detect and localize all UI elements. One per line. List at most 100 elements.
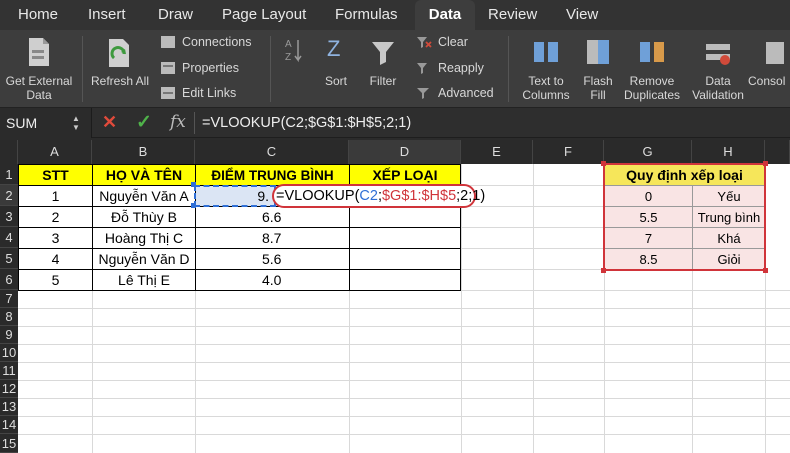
filter-button[interactable]: Filter [362, 36, 404, 88]
row-header-10[interactable]: 10 [0, 344, 18, 362]
row-header-15[interactable]: 15 [0, 434, 18, 453]
row-header-14[interactable]: 14 [0, 416, 18, 434]
select-all-corner[interactable] [0, 140, 18, 164]
properties-button[interactable]: Properties [160, 61, 239, 75]
header-rank[interactable]: XẾP LOẠI [350, 165, 460, 185]
tab-review[interactable]: Review [478, 0, 547, 30]
text-to-columns-icon [534, 42, 558, 62]
data-validation-button[interactable]: Data Validation [690, 36, 746, 102]
filter-icon [372, 42, 394, 65]
tab-data[interactable]: Data [415, 0, 475, 30]
data-validation-icon [706, 44, 730, 65]
flash-fill-button[interactable]: Flash Fill [578, 36, 618, 102]
gridline [18, 344, 790, 345]
tab-insert[interactable]: Insert [78, 0, 136, 30]
selection-handle[interactable] [601, 161, 606, 166]
ribbon-tab-bar: Home Insert Draw Page Layout Formulas Da… [0, 0, 790, 30]
sort-label: Sort [324, 74, 347, 88]
cell-stt[interactable]: 5 [19, 270, 92, 290]
gridline [18, 380, 790, 381]
worksheet-grid: A B C D E F G H 1 2 3 4 5 6 7 8 9 10 11 … [0, 140, 790, 453]
column-header-g[interactable]: G [604, 140, 692, 164]
consolidate-label: Consol [748, 74, 786, 88]
reapply-icon [417, 63, 427, 74]
connections-button[interactable]: Connections [160, 35, 252, 49]
svg-text:Z: Z [327, 36, 340, 61]
cell-score[interactable]: 6.6 [196, 207, 349, 227]
column-header-i[interactable] [765, 140, 790, 164]
tab-formulas[interactable]: Formulas [325, 0, 408, 30]
formula-input[interactable]: =VLOOKUP(C2;$G$1:$H$5;2;1) [202, 108, 411, 138]
refresh-all-button[interactable]: Refresh All [90, 36, 150, 88]
cell-stt[interactable]: 4 [19, 249, 92, 269]
header-name[interactable]: HỌ VÀ TÊN [93, 165, 195, 185]
column-header-e[interactable]: E [461, 140, 533, 164]
header-stt[interactable]: STT [19, 165, 92, 185]
edit-links-label: Edit Links [182, 86, 237, 100]
selection-handle[interactable] [191, 182, 196, 187]
cell-stt[interactable]: 2 [19, 207, 92, 227]
clear-filter-button[interactable]: Clear [416, 35, 468, 49]
get-external-data-button[interactable]: Get External Data [2, 36, 76, 102]
properties-icon [161, 62, 175, 74]
row-header-5[interactable]: 5 [0, 248, 18, 269]
sort-az-icon: A Z [285, 39, 302, 63]
row-header-1[interactable]: 1 [0, 164, 18, 185]
formula-bar: SUM ▲ ▼ ✕ ✓ fx =VLOOKUP(C2;$G$1:$H$5;2;1) [0, 108, 790, 138]
header-score[interactable]: ĐIỂM TRUNG BÌNH [196, 165, 349, 185]
cell-score[interactable]: 5.6 [196, 249, 349, 269]
cell-score[interactable]: 8.7 [196, 228, 349, 248]
formula-prefix: =VLOOKUP( [276, 188, 360, 204]
selection-handle[interactable] [601, 268, 606, 273]
cancel-formula-icon[interactable]: ✕ [102, 112, 117, 133]
insert-function-icon[interactable]: fx [170, 112, 186, 132]
selection-handle[interactable] [763, 161, 768, 166]
remove-duplicates-button[interactable]: Remove Duplicates [620, 36, 684, 102]
row-header-8[interactable]: 8 [0, 308, 18, 326]
confirm-formula-icon[interactable]: ✓ [136, 111, 152, 134]
sort-ascending-button[interactable]: A Z [282, 36, 306, 70]
edit-links-button[interactable]: Edit Links [160, 86, 236, 100]
tab-home[interactable]: Home [8, 0, 68, 30]
advanced-filter-button[interactable]: Advanced [416, 86, 494, 100]
cell-name[interactable]: Nguyễn Văn D [93, 249, 195, 269]
column-header-h[interactable]: H [692, 140, 765, 164]
formula-ref-lookup-range: $G$1:$H$5 [381, 188, 457, 204]
consolidate-button[interactable]: Consol [748, 36, 790, 88]
row-header-3[interactable]: 3 [0, 206, 18, 227]
sort-button[interactable]: Z Sort [318, 36, 354, 88]
row-header-7[interactable]: 7 [0, 290, 18, 308]
selection-handle[interactable] [191, 203, 196, 208]
tab-view[interactable]: View [556, 0, 608, 30]
column-header-d[interactable]: D [349, 140, 461, 164]
gridline [461, 269, 604, 270]
data-ribbon: Get External Data Refresh All Connection… [0, 30, 790, 108]
row-header-6[interactable]: 6 [0, 269, 18, 290]
cell-name[interactable]: Lê Thị E [93, 270, 195, 290]
column-header-c[interactable]: C [195, 140, 349, 164]
tab-page-layout[interactable]: Page Layout [212, 0, 316, 30]
column-header-f[interactable]: F [533, 140, 604, 164]
clear-filter-icon [417, 37, 432, 48]
tab-draw[interactable]: Draw [148, 0, 203, 30]
cell-edit-formula[interactable]: =VLOOKUP(C2; $G$1:$H$5 ;2;1) [276, 186, 485, 206]
column-header-b[interactable]: B [92, 140, 195, 164]
cell-score[interactable]: 4.0 [196, 270, 349, 290]
row-header-11[interactable]: 11 [0, 362, 18, 380]
cell-stt[interactable]: 1 [19, 186, 92, 206]
row-header-12[interactable]: 12 [0, 380, 18, 398]
row-header-2[interactable]: 2 [0, 185, 18, 206]
cell-name[interactable]: Nguyễn Văn A [93, 186, 195, 206]
gridline [18, 326, 790, 327]
reapply-button[interactable]: Reapply [416, 61, 484, 75]
column-header-a[interactable]: A [18, 140, 92, 164]
cell-stt[interactable]: 3 [19, 228, 92, 248]
cell-name[interactable]: Hoàng Thị C [93, 228, 195, 248]
row-header-13[interactable]: 13 [0, 398, 18, 416]
selection-handle[interactable] [763, 268, 768, 273]
text-to-columns-button[interactable]: Text to Columns [516, 36, 576, 102]
name-box-stepper-icon[interactable]: ▲ ▼ [72, 114, 80, 132]
cell-name[interactable]: Đỗ Thùy B [93, 207, 195, 227]
row-header-4[interactable]: 4 [0, 227, 18, 248]
row-header-9[interactable]: 9 [0, 326, 18, 344]
